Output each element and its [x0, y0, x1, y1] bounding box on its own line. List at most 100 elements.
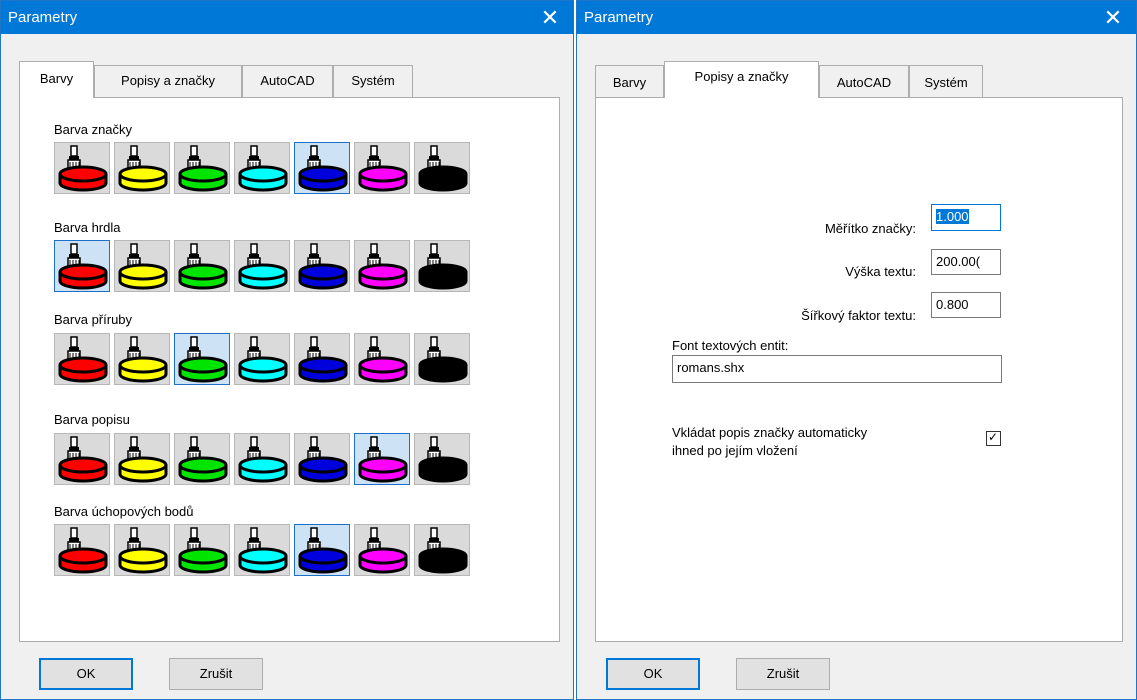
auto-label-checkbox[interactable]: ✓ [986, 430, 1001, 446]
check-icon: ✓ [988, 430, 999, 444]
paint-pot-icon [238, 456, 288, 483]
labels-tab-panel: Měřítko značky: 1.000 Výška textu: 200.0… [595, 97, 1123, 642]
paint-pot-icon [118, 356, 168, 383]
swatch-green[interactable] [174, 433, 230, 485]
tab-barvy[interactable]: Barvy [19, 61, 94, 98]
paint-pot-icon [358, 165, 408, 192]
swatch-blue[interactable] [294, 524, 350, 576]
swatch-green[interactable] [174, 524, 230, 576]
brush-icon [427, 336, 441, 361]
swatch-green[interactable] [174, 142, 230, 194]
tab-system[interactable]: Systém [909, 65, 983, 97]
ok-button[interactable]: OK [39, 658, 133, 690]
swatch-black[interactable] [414, 524, 470, 576]
paint-pot-icon [178, 547, 228, 574]
brush-icon [127, 145, 141, 170]
parameters-dialog-colors: Parametry ✕ Barvy Popisy a značky AutoCA… [0, 0, 574, 700]
swatch-cyan[interactable] [234, 433, 290, 485]
paint-pot-icon [298, 263, 348, 290]
auto-label-text-line1: Vkládat popis značky automaticky [672, 425, 868, 440]
swatch-blue[interactable] [294, 142, 350, 194]
paint-pot-icon [418, 456, 468, 483]
swatch-cyan[interactable] [234, 333, 290, 385]
swatch-yellow[interactable] [114, 142, 170, 194]
title-bar: Parametry ✕ [577, 1, 1136, 34]
brush-icon [247, 243, 261, 268]
auto-label-text-line2: ihned po jejím vložení [672, 443, 798, 458]
swatch-magenta[interactable] [354, 524, 410, 576]
tab-popisy-a-znacky[interactable]: Popisy a značky [664, 61, 819, 98]
tab-barvy[interactable]: Barvy [595, 65, 664, 97]
swatch-red[interactable] [54, 433, 110, 485]
paint-pot-icon [238, 356, 288, 383]
paint-pot-icon [298, 547, 348, 574]
brush-icon [247, 336, 261, 361]
swatch-red[interactable] [54, 142, 110, 194]
ok-button[interactable]: OK [606, 658, 700, 690]
close-icon[interactable]: ✕ [1090, 1, 1136, 34]
brush-icon [427, 436, 441, 461]
text-height-input[interactable]: 200.00( [931, 249, 1001, 275]
paint-pot-icon [418, 263, 468, 290]
swatch-blue[interactable] [294, 433, 350, 485]
swatch-black[interactable] [414, 433, 470, 485]
dialog-title: Parametry [584, 9, 654, 26]
swatch-magenta[interactable] [354, 142, 410, 194]
brush-icon [367, 243, 381, 268]
brush-icon [307, 436, 321, 461]
swatch-black[interactable] [414, 333, 470, 385]
tab-autocad[interactable]: AutoCAD [242, 65, 333, 97]
paint-pot-icon [358, 356, 408, 383]
brush-icon [307, 527, 321, 552]
tab-strip: Barvy Popisy a značky AutoCAD Systém [595, 61, 1015, 98]
swatch-green[interactable] [174, 240, 230, 292]
cancel-button[interactable]: Zrušit [169, 658, 263, 690]
group-label-barva-znacky: Barva značky [54, 122, 133, 137]
brush-icon [367, 145, 381, 170]
swatch-black[interactable] [414, 240, 470, 292]
paint-pot-icon [298, 356, 348, 383]
text-width-factor-input[interactable]: 0.800 [931, 292, 1001, 318]
tab-system[interactable]: Systém [333, 65, 413, 97]
brush-icon [187, 527, 201, 552]
text-width-factor-label: Šířkový faktor textu: [801, 308, 916, 323]
swatch-green[interactable] [174, 333, 230, 385]
swatch-magenta[interactable] [354, 433, 410, 485]
swatch-cyan[interactable] [234, 142, 290, 194]
paint-pot-icon [298, 165, 348, 192]
group-label-barva-uchopovych-bodu: Barva úchopových bodů [54, 504, 194, 519]
swatch-red[interactable] [54, 333, 110, 385]
swatch-magenta[interactable] [354, 240, 410, 292]
font-input[interactable]: romans.shx [672, 355, 1002, 383]
tab-autocad[interactable]: AutoCAD [819, 65, 909, 97]
swatch-black[interactable] [414, 142, 470, 194]
brush-icon [187, 243, 201, 268]
swatch-red[interactable] [54, 524, 110, 576]
swatch-red[interactable] [54, 240, 110, 292]
cancel-button[interactable]: Zrušit [736, 658, 830, 690]
swatch-blue[interactable] [294, 333, 350, 385]
brush-icon [67, 527, 81, 552]
brush-icon [127, 436, 141, 461]
swatch-yellow[interactable] [114, 240, 170, 292]
brush-icon [427, 145, 441, 170]
tab-strip: Barvy Popisy a značky AutoCAD Systém [19, 61, 419, 98]
swatch-magenta[interactable] [354, 333, 410, 385]
tab-popisy-a-znacky[interactable]: Popisy a značky [94, 65, 242, 97]
swatch-cyan[interactable] [234, 240, 290, 292]
swatch-cyan[interactable] [234, 524, 290, 576]
swatch-yellow[interactable] [114, 333, 170, 385]
swatch-blue[interactable] [294, 240, 350, 292]
paint-pot-icon [58, 456, 108, 483]
close-icon[interactable]: ✕ [527, 1, 573, 34]
brush-icon [307, 243, 321, 268]
brush-icon [247, 436, 261, 461]
group-label-barva-popisu: Barva popisu [54, 412, 130, 427]
paint-pot-icon [178, 263, 228, 290]
brush-icon [67, 243, 81, 268]
brush-icon [307, 336, 321, 361]
paint-pot-icon [238, 547, 288, 574]
swatch-yellow[interactable] [114, 524, 170, 576]
swatch-yellow[interactable] [114, 433, 170, 485]
marker-scale-input[interactable]: 1.000 [931, 204, 1001, 231]
